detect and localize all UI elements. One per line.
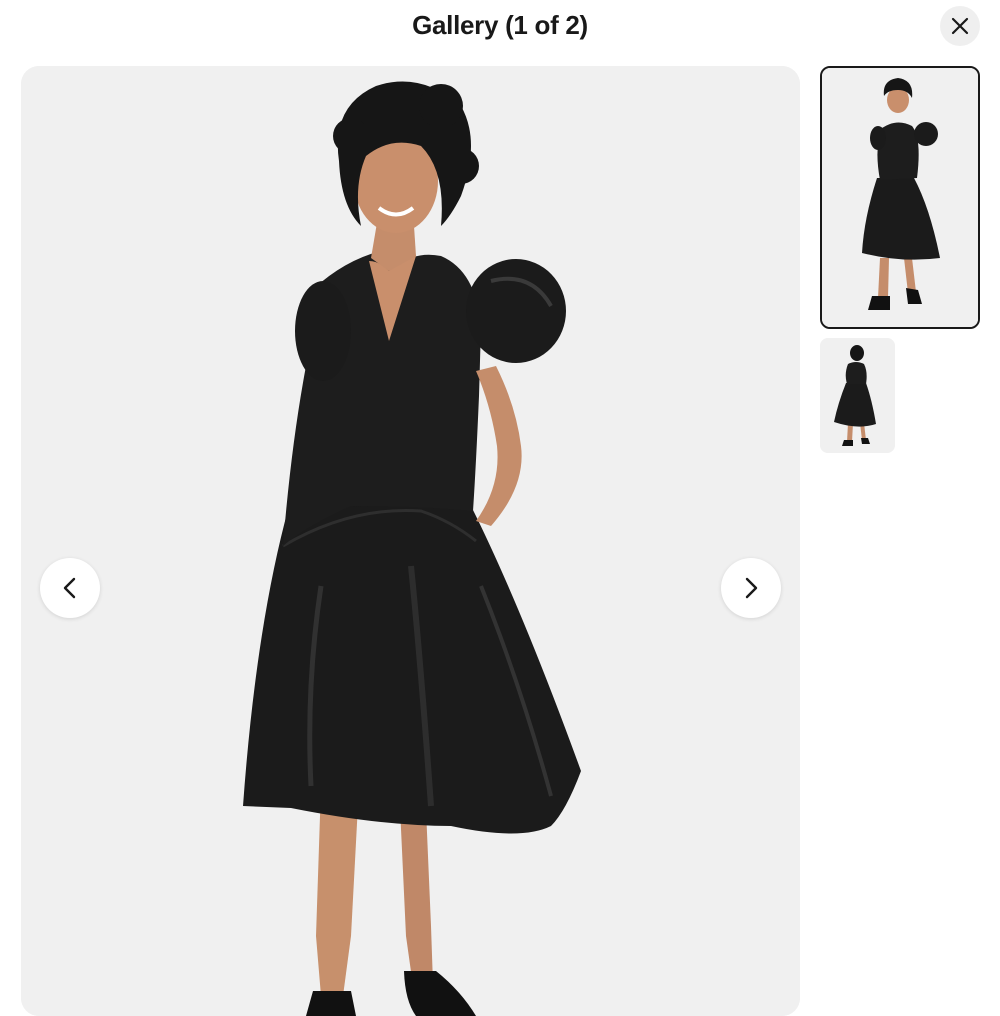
close-button[interactable] [940, 6, 980, 46]
thumbnail-back-photo [820, 338, 895, 453]
thumbnail-2[interactable] [820, 338, 895, 453]
main-product-image[interactable] [21, 66, 800, 1016]
gallery-title: Gallery (1 of 2) [412, 10, 588, 40]
close-icon [951, 17, 969, 35]
chevron-right-icon [745, 577, 758, 599]
next-image-button[interactable] [721, 558, 781, 618]
thumbnail-front-photo [822, 68, 978, 327]
gallery-header: Gallery (1 of 2) [0, 0, 1000, 56]
model-photo [21, 66, 800, 1016]
chevron-left-icon [63, 577, 76, 599]
thumbnail-1[interactable] [820, 66, 980, 329]
previous-image-button[interactable] [40, 558, 100, 618]
